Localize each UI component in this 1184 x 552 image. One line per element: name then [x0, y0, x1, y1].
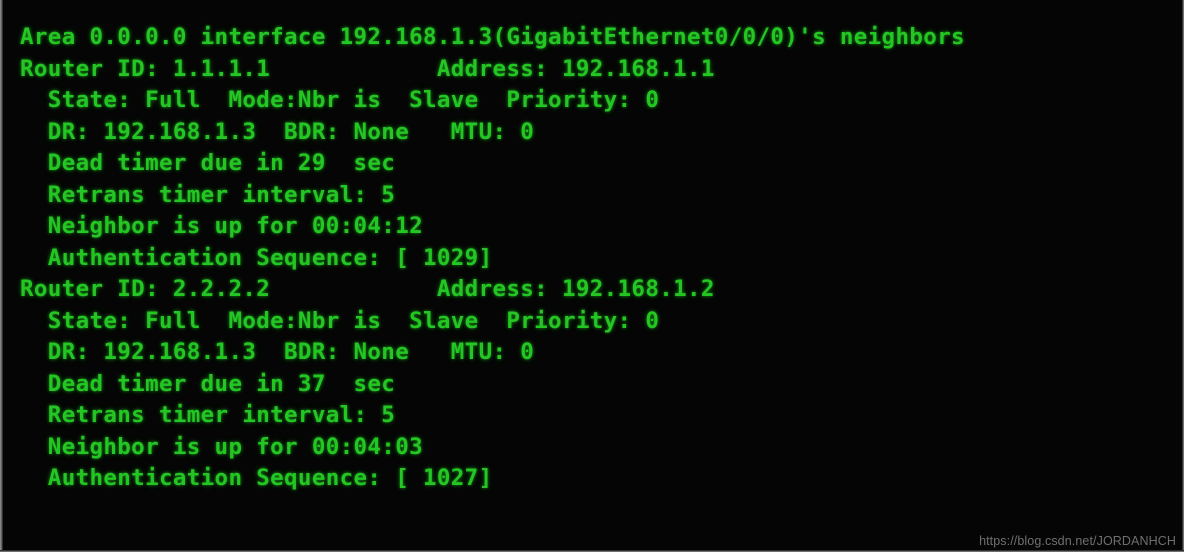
output-line-retrans-timer-1: Retrans timer interval: 5 — [20, 181, 396, 208]
output-line-dead-timer-1: Dead timer due in 29 sec — [20, 150, 396, 176]
output-line-state-2: State: Full Mode:Nbr is Slave Priority: … — [20, 307, 660, 334]
window-left-edge — [0, 0, 3, 552]
output-line-dead-timer-2: Dead timer due in 37 sec — [20, 370, 396, 397]
output-line-neighbor-up-1: Neighbor is up for 00:04:12 — [20, 213, 423, 239]
output-line-auth-sequence-2: Authentication Sequence: [ 1027] — [20, 465, 493, 491]
output-line-dr-bdr-mtu-1: DR: 192.168.1.3 BDR: None MTU: 0 — [20, 118, 535, 145]
output-line-retrans-timer-2: Retrans timer interval: 5 — [20, 402, 396, 428]
output-line-dr-bdr-mtu-2: DR: 192.168.1.3 BDR: None MTU: 0 — [20, 339, 535, 365]
output-line-state-1: State: Full Mode:Nbr is Slave Priority: … — [20, 87, 660, 113]
terminal-output[interactable]: Area 0.0.0.0 interface 192.168.1.3(Gigab… — [20, 22, 1184, 495]
terminal-window: Area 0.0.0.0 interface 192.168.1.3(Gigab… — [0, 0, 1184, 552]
output-line-router-id-2: Router ID: 2.2.2.2 Address: 192.168.1.2 — [20, 276, 715, 302]
output-line-neighbor-up-2: Neighbor is up for 00:04:03 — [20, 433, 423, 460]
watermark: https://blog.csdn.net/JORDANHCH — [979, 534, 1176, 548]
output-line-header: Area 0.0.0.0 interface 192.168.1.3(Gigab… — [20, 24, 965, 50]
output-line-auth-sequence-1: Authentication Sequence: [ 1029] — [20, 244, 493, 271]
output-line-router-id-1: Router ID: 1.1.1.1 Address: 192.168.1.1 — [20, 55, 715, 82]
